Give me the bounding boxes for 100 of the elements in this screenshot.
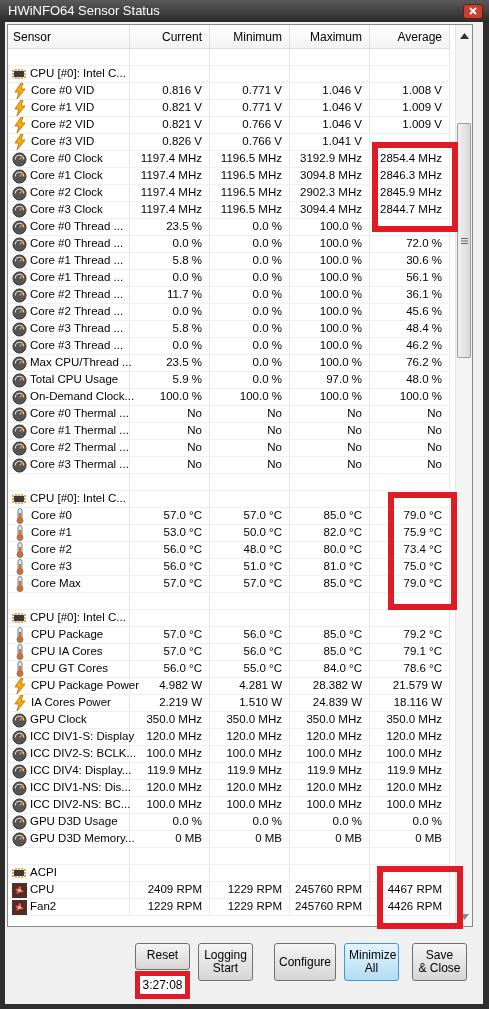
table-cell-text: 0.0 %: [172, 814, 202, 830]
table-cell-text: 75.0 °C: [403, 559, 442, 575]
table-cell-text: 100.0 %: [319, 287, 362, 303]
gauge-icon: [12, 236, 27, 252]
table-cell-text: 0.766 V: [242, 117, 282, 133]
table-cell-text: 119.9 MHz: [387, 763, 442, 779]
table-cell-text: 0.0 %: [172, 270, 202, 286]
thermometer-icon: [15, 559, 25, 575]
table-cell-text: 97.0 %: [326, 372, 362, 388]
table-cell-text: 57.0 °C: [243, 508, 282, 524]
table-cell-text: 18.116 W: [393, 695, 442, 711]
table-cell-text: 1197.4 MHz: [140, 168, 202, 184]
table-cell-text: 79.0 °C: [403, 576, 442, 592]
table-cell-text: 350.0 MHz: [306, 712, 362, 728]
gauge-icon: [12, 151, 27, 167]
table-cell-text: 5.9 %: [172, 372, 202, 388]
column-header[interactable]: Minimum: [210, 25, 290, 48]
table-cell-text: 100.0 MHz: [386, 797, 442, 813]
table-cell-text: No: [347, 457, 362, 473]
table-cell-text: 72.0 %: [406, 236, 442, 252]
sensor-name: Core #0 Clock: [30, 151, 103, 167]
toolbar-button[interactable]: Configure: [274, 943, 336, 981]
table-cell-text: No: [267, 406, 282, 422]
table-cell-text: 350.0 MHz: [226, 712, 282, 728]
group-title: CPU [#0]: Intel C...: [30, 491, 126, 507]
toolbar-button[interactable]: Save & Close: [412, 943, 467, 981]
toolbar-button[interactable]: Reset: [135, 943, 190, 970]
table-cell-text: 120.0 MHz: [306, 729, 362, 745]
table-cell-text: 76.2 %: [406, 355, 442, 371]
gauge-icon: [12, 440, 27, 456]
lightning-icon: [14, 678, 26, 694]
table-cell-text: 4467 RPM: [387, 882, 442, 898]
scroll-thumb[interactable]: [457, 123, 471, 358]
column-header[interactable]: Maximum: [290, 25, 370, 48]
table-cell-text: 1197.4 MHz: [140, 202, 202, 218]
table-cell-text: 350.0 MHz: [146, 712, 202, 728]
table-cell-text: 57.0 °C: [163, 644, 202, 660]
table-cell-text: 57.0 °C: [163, 576, 202, 592]
table-cell-text: 73.4 °C: [403, 542, 442, 558]
column-header[interactable]: Current: [130, 25, 210, 48]
table-cell-text: No: [427, 440, 442, 456]
close-button[interactable]: [463, 3, 483, 19]
table-cell-text: 119.9 MHz: [307, 763, 362, 779]
gauge-icon: [12, 202, 27, 218]
scrollbar[interactable]: [455, 25, 472, 926]
gauge-icon: [12, 185, 27, 201]
table-cell-text: No: [187, 423, 202, 439]
table-cell-text: 0.0 %: [252, 304, 282, 320]
lightning-icon: [14, 695, 26, 711]
table-cell-text: 0.0 %: [332, 814, 362, 830]
table-cell-text: 120.0 MHz: [226, 780, 282, 796]
table-cell-text: 0.0 %: [252, 253, 282, 269]
sensor-name: Core #3 Thread ...: [30, 338, 124, 354]
table-cell-text: 0.0 %: [252, 338, 282, 354]
table-cell-text: 1196.5 MHz: [220, 168, 282, 184]
table-cell-text: 1196.5 MHz: [220, 151, 282, 167]
sensor-name: Core #0 Thread ...: [30, 236, 124, 252]
table-cell-text: 100.0 %: [159, 389, 202, 405]
table-cell-text: 0.771 V: [242, 100, 282, 116]
table-cell-text: 57.0 °C: [243, 576, 282, 592]
sensor-name: Core #3 Thermal ...: [30, 457, 129, 473]
scroll-up-icon[interactable]: [459, 33, 469, 39]
lightning-icon: [14, 83, 26, 99]
table-cell-text: 120.0 MHz: [306, 780, 362, 796]
table-cell-text: 0 MB: [255, 831, 282, 847]
table-cell-text: 48.4 %: [406, 321, 442, 337]
sensor-name: Core #1 Thread ...: [30, 253, 124, 269]
table-cell-text: 100.0 %: [319, 355, 362, 371]
table-cell-text: 120.0 MHz: [386, 729, 442, 745]
gauge-icon: [12, 746, 27, 762]
table-cell-text: 1197.4 MHz: [140, 151, 202, 167]
column-header[interactable]: Sensor: [8, 25, 130, 48]
table-cell-text: 50.0 °C: [243, 525, 282, 541]
table-cell-text: 3094.8 MHz: [300, 168, 362, 184]
gauge-icon: [12, 355, 27, 371]
table-cell-text: 2409 RPM: [147, 882, 202, 898]
table-cell-text: 100.0 %: [399, 389, 442, 405]
column-header[interactable]: Average: [370, 25, 450, 48]
table-cell-text: 1.046 V: [322, 117, 362, 133]
table-cell-text: 85.0 °C: [323, 644, 362, 660]
table-cell-text: 48.0 %: [406, 372, 442, 388]
table-cell-text: 46.2 %: [406, 338, 442, 354]
table-cell-text: 0.0 %: [252, 219, 282, 235]
table-cell-text: 245760 RPM: [294, 899, 362, 915]
toolbar-button[interactable]: Minimize All: [344, 943, 399, 981]
group-title: ACPI: [30, 865, 57, 881]
table-cell-text: 0.821 V: [162, 117, 202, 133]
table-cell-text: 11.7 %: [167, 287, 202, 303]
sensor-name: Core #3 Clock: [30, 202, 103, 218]
gauge-icon: [12, 168, 27, 184]
table-cell-text: 0.0 %: [412, 814, 442, 830]
sensor-name: CPU GT Cores: [31, 661, 109, 677]
table-cell-text: No: [347, 440, 362, 456]
sensor-name: Core Max: [31, 576, 81, 592]
toolbar-button[interactable]: Logging Start: [198, 943, 253, 981]
sensor-name: Core #1 VID: [31, 100, 95, 116]
gauge-icon: [12, 287, 27, 303]
table-cell-text: 1229 RPM: [227, 899, 282, 915]
table-cell-text: 0.816 V: [162, 83, 202, 99]
table-cell-text: 100.0 MHz: [226, 746, 282, 762]
